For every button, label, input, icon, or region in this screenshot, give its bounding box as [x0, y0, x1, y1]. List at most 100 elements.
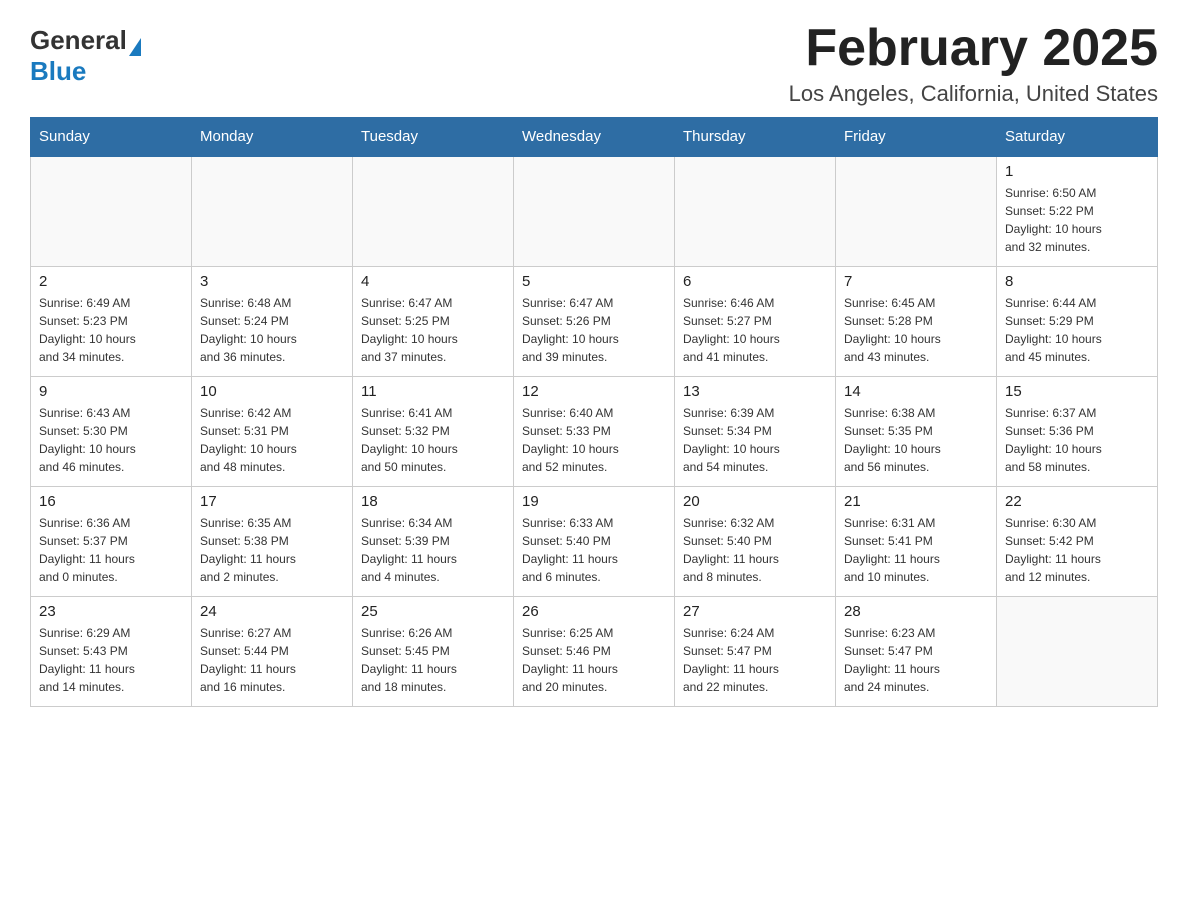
table-row: 20 Sunrise: 6:32 AM Sunset: 5:40 PM Dayli… [675, 486, 836, 596]
day-number: 25 [361, 603, 505, 620]
day-number: 28 [844, 603, 988, 620]
table-row: 15 Sunrise: 6:37 AM Sunset: 5:36 PM Dayli… [997, 376, 1158, 486]
table-row: 19Sunrise: 6:33 AM Sunset: 5:40 PM Dayli… [514, 486, 675, 596]
day-info: Sunrise: 6:31 AM Sunset: 5:41 PM Dayligh… [844, 514, 988, 586]
table-row [675, 156, 836, 266]
day-info: Sunrise: 6:45 AM Sunset: 5:28 PM Dayligh… [844, 294, 988, 366]
day-number: 3 [200, 273, 344, 290]
day-info: Sunrise: 6:38 AM Sunset: 5:35 PM Dayligh… [844, 404, 988, 476]
table-row: 5 Sunrise: 6:47 AM Sunset: 5:26 PM Daylig… [514, 266, 675, 376]
logo-triangle-icon [129, 38, 141, 56]
calendar-title: February 2025 [789, 20, 1158, 77]
table-row: 2 Sunrise: 6:49 AM Sunset: 5:23 PM Daylig… [31, 266, 192, 376]
col-thursday: Thursday [675, 118, 836, 157]
day-info: Sunrise: 6:27 AM Sunset: 5:44 PM Dayligh… [200, 624, 344, 696]
day-number: 22 [1005, 493, 1149, 510]
table-row: 13Sunrise: 6:39 AM Sunset: 5:34 PM Dayli… [675, 376, 836, 486]
day-number: 7 [844, 273, 988, 290]
day-info: Sunrise: 6:42 AM Sunset: 5:31 PM Dayligh… [200, 404, 344, 476]
day-info: Sunrise: 6:40 AM Sunset: 5:33 PM Dayligh… [522, 404, 666, 476]
table-row [192, 156, 353, 266]
table-row: 10 Sunrise: 6:42 AM Sunset: 5:31 PM Dayli… [192, 376, 353, 486]
day-number: 11 [361, 383, 505, 400]
day-info: Sunrise: 6:34 AM Sunset: 5:39 PM Dayligh… [361, 514, 505, 586]
day-number: 27 [683, 603, 827, 620]
col-saturday: Saturday [997, 118, 1158, 157]
week-row-4: 16Sunrise: 6:36 AM Sunset: 5:37 PM Dayli… [31, 486, 1158, 596]
day-number: 2 [39, 273, 183, 290]
table-row: 4Sunrise: 6:47 AM Sunset: 5:25 PM Daylig… [353, 266, 514, 376]
table-row: 6Sunrise: 6:46 AM Sunset: 5:27 PM Daylig… [675, 266, 836, 376]
day-info: Sunrise: 6:24 AM Sunset: 5:47 PM Dayligh… [683, 624, 827, 696]
table-row: 23 Sunrise: 6:29 AM Sunset: 5:43 PM Dayli… [31, 596, 192, 706]
day-info: Sunrise: 6:29 AM Sunset: 5:43 PM Dayligh… [39, 624, 183, 696]
col-sunday: Sunday [31, 118, 192, 157]
table-row: 18 Sunrise: 6:34 AM Sunset: 5:39 PM Dayli… [353, 486, 514, 596]
table-row: 24 Sunrise: 6:27 AM Sunset: 5:44 PM Dayli… [192, 596, 353, 706]
table-row: 7 Sunrise: 6:45 AM Sunset: 5:28 PM Daylig… [836, 266, 997, 376]
day-info: Sunrise: 6:26 AM Sunset: 5:45 PM Dayligh… [361, 624, 505, 696]
day-number: 14 [844, 383, 988, 400]
table-row: 26Sunrise: 6:25 AM Sunset: 5:46 PM Dayli… [514, 596, 675, 706]
table-row [997, 596, 1158, 706]
day-info: Sunrise: 6:43 AM Sunset: 5:30 PM Dayligh… [39, 404, 183, 476]
week-row-5: 23 Sunrise: 6:29 AM Sunset: 5:43 PM Dayli… [31, 596, 1158, 706]
day-info: Sunrise: 6:36 AM Sunset: 5:37 PM Dayligh… [39, 514, 183, 586]
day-info: Sunrise: 6:37 AM Sunset: 5:36 PM Dayligh… [1005, 404, 1149, 476]
day-number: 6 [683, 273, 827, 290]
logo-text-general: General [30, 25, 127, 56]
logo-text-blue: Blue [30, 56, 141, 87]
col-monday: Monday [192, 118, 353, 157]
table-row [353, 156, 514, 266]
day-info: Sunrise: 6:48 AM Sunset: 5:24 PM Dayligh… [200, 294, 344, 366]
day-info: Sunrise: 6:49 AM Sunset: 5:23 PM Dayligh… [39, 294, 183, 366]
week-row-1: 1 Sunrise: 6:50 AM Sunset: 5:22 PM Daylig… [31, 156, 1158, 266]
table-row: 3 Sunrise: 6:48 AM Sunset: 5:24 PM Daylig… [192, 266, 353, 376]
col-friday: Friday [836, 118, 997, 157]
table-row: 1 Sunrise: 6:50 AM Sunset: 5:22 PM Daylig… [997, 156, 1158, 266]
col-tuesday: Tuesday [353, 118, 514, 157]
day-info: Sunrise: 6:41 AM Sunset: 5:32 PM Dayligh… [361, 404, 505, 476]
day-info: Sunrise: 6:30 AM Sunset: 5:42 PM Dayligh… [1005, 514, 1149, 586]
day-number: 1 [1005, 163, 1149, 180]
day-info: Sunrise: 6:35 AM Sunset: 5:38 PM Dayligh… [200, 514, 344, 586]
day-number: 23 [39, 603, 183, 620]
day-info: Sunrise: 6:39 AM Sunset: 5:34 PM Dayligh… [683, 404, 827, 476]
table-row: 11 Sunrise: 6:41 AM Sunset: 5:32 PM Dayli… [353, 376, 514, 486]
table-row [514, 156, 675, 266]
table-row: 28 Sunrise: 6:23 AM Sunset: 5:47 PM Dayli… [836, 596, 997, 706]
day-number: 15 [1005, 383, 1149, 400]
day-number: 19 [522, 493, 666, 510]
table-row [836, 156, 997, 266]
day-number: 17 [200, 493, 344, 510]
table-row: 12 Sunrise: 6:40 AM Sunset: 5:33 PM Dayli… [514, 376, 675, 486]
col-wednesday: Wednesday [514, 118, 675, 157]
day-number: 26 [522, 603, 666, 620]
table-row: 21 Sunrise: 6:31 AM Sunset: 5:41 PM Dayli… [836, 486, 997, 596]
week-row-3: 9 Sunrise: 6:43 AM Sunset: 5:30 PM Daylig… [31, 376, 1158, 486]
calendar-table: Sunday Monday Tuesday Wednesday Thursday… [30, 117, 1158, 707]
day-info: Sunrise: 6:47 AM Sunset: 5:26 PM Dayligh… [522, 294, 666, 366]
day-number: 21 [844, 493, 988, 510]
calendar-header-row: Sunday Monday Tuesday Wednesday Thursday… [31, 118, 1158, 157]
table-row: 14 Sunrise: 6:38 AM Sunset: 5:35 PM Dayli… [836, 376, 997, 486]
day-number: 9 [39, 383, 183, 400]
day-number: 10 [200, 383, 344, 400]
calendar-subtitle: Los Angeles, California, United States [789, 81, 1158, 107]
table-row: 8Sunrise: 6:44 AM Sunset: 5:29 PM Daylig… [997, 266, 1158, 376]
day-number: 18 [361, 493, 505, 510]
logo: General Blue [30, 20, 141, 87]
day-info: Sunrise: 6:44 AM Sunset: 5:29 PM Dayligh… [1005, 294, 1149, 366]
table-row [31, 156, 192, 266]
day-number: 24 [200, 603, 344, 620]
table-row: 22 Sunrise: 6:30 AM Sunset: 5:42 PM Dayli… [997, 486, 1158, 596]
day-info: Sunrise: 6:47 AM Sunset: 5:25 PM Dayligh… [361, 294, 505, 366]
day-info: Sunrise: 6:50 AM Sunset: 5:22 PM Dayligh… [1005, 184, 1149, 256]
day-info: Sunrise: 6:23 AM Sunset: 5:47 PM Dayligh… [844, 624, 988, 696]
page-header: General Blue February 2025 Los Angeles, … [30, 20, 1158, 107]
day-number: 20 [683, 493, 827, 510]
table-row: 16Sunrise: 6:36 AM Sunset: 5:37 PM Dayli… [31, 486, 192, 596]
day-number: 5 [522, 273, 666, 290]
day-info: Sunrise: 6:32 AM Sunset: 5:40 PM Dayligh… [683, 514, 827, 586]
day-number: 12 [522, 383, 666, 400]
